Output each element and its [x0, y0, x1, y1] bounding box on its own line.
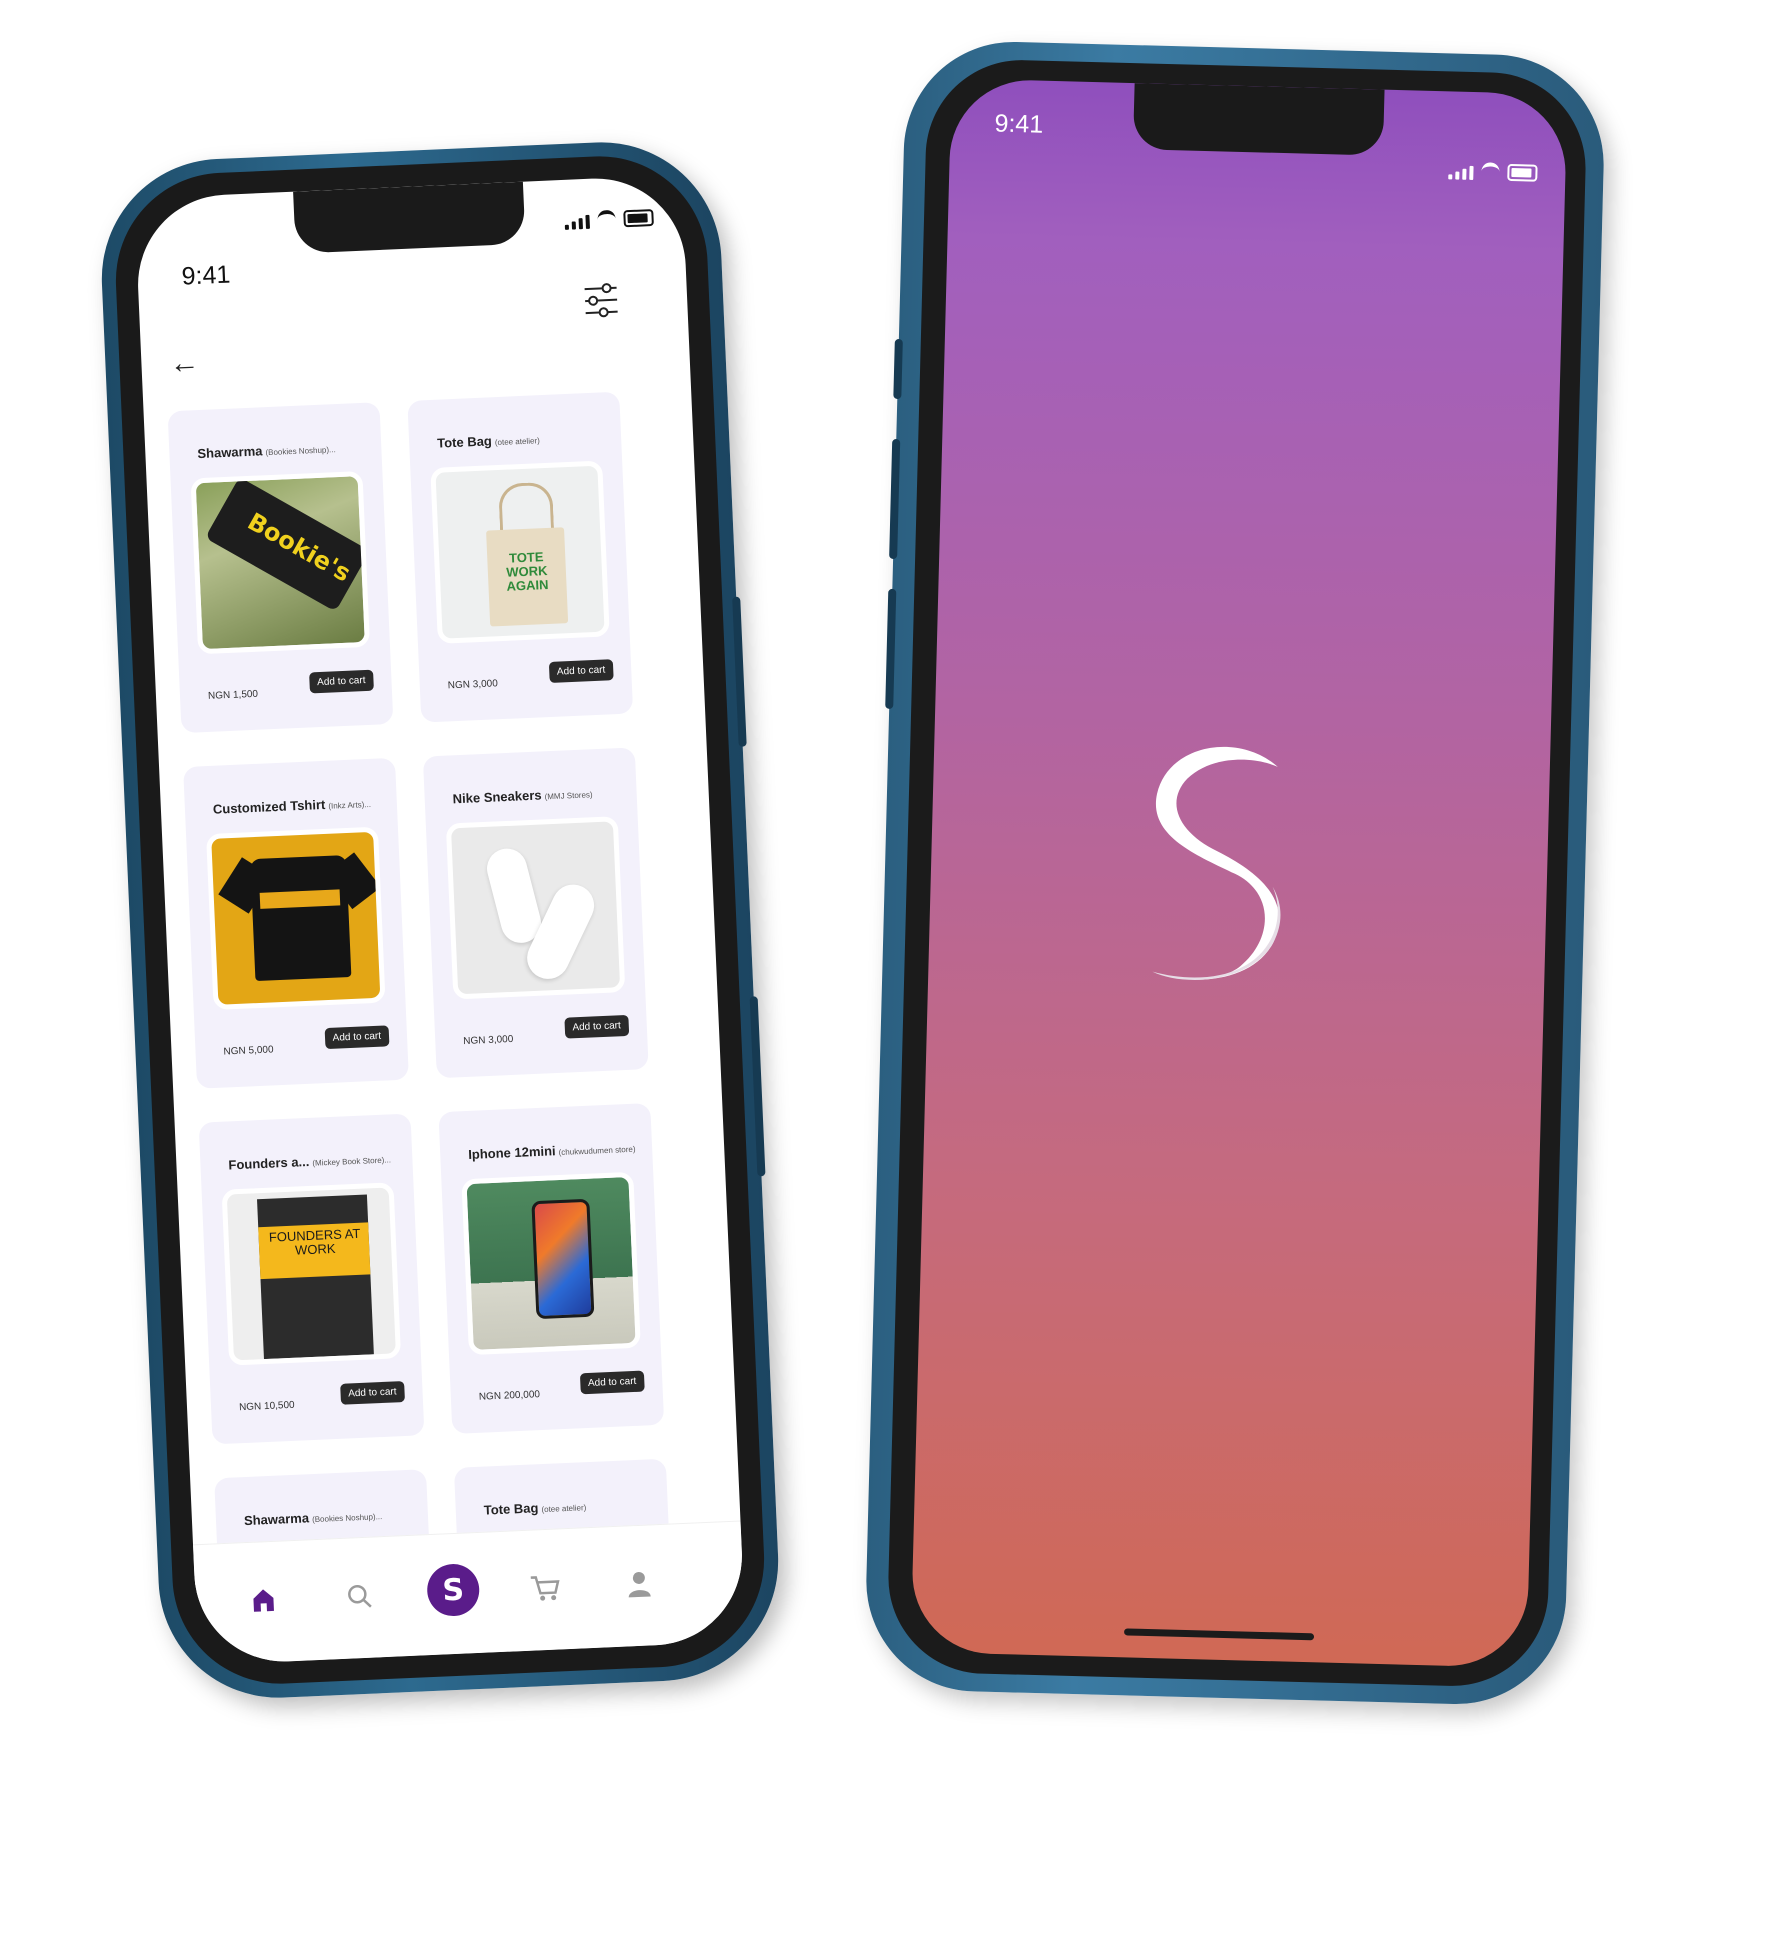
status-icons: [1448, 161, 1538, 182]
pack-label: Bookie's: [242, 507, 356, 588]
notch: [1132, 83, 1385, 156]
vendor-name: (Mickey Book Store)...: [312, 1155, 392, 1168]
book-title: FOUNDERS AT WORK: [268, 1225, 361, 1258]
phone-right: 9:41: [863, 39, 1607, 1707]
product-name: Iphone 12mini: [467, 1143, 556, 1162]
bag-print: TOTE WORK AGAIN: [505, 549, 549, 594]
vendor-name: (otee atelier): [541, 1503, 587, 1515]
add-to-cart-button[interactable]: Add to cart: [308, 669, 374, 694]
home-icon[interactable]: [243, 1579, 285, 1621]
product-grid: Shawarma (Bookies Noshup)... Bookie's NGN…: [167, 391, 695, 1599]
product-name: Shawarma: [243, 1510, 310, 1529]
product-name: Customized Tshirt: [212, 796, 326, 817]
wifi-icon: [597, 209, 616, 229]
profile-icon-svg: [628, 1571, 651, 1598]
product-name: Shawarma: [197, 443, 263, 462]
add-to-cart-button[interactable]: Add to cart: [564, 1014, 630, 1039]
product-image[interactable]: Bookie's: [190, 470, 371, 655]
product-card[interactable]: Tote Bag (otee atelier) TOTE WORK AGAIN N…: [407, 391, 634, 723]
add-to-cart-button[interactable]: Add to cart: [579, 1370, 645, 1395]
product-card[interactable]: Founders a... (Mickey Book Store)... FOUN…: [198, 1113, 425, 1445]
cart-icon[interactable]: [524, 1567, 566, 1609]
product-image[interactable]: FOUNDERS AT WORK: [221, 1182, 402, 1366]
shop-screen: 9:41 ← Shawarma (Bookies Noshup)... Book…: [134, 174, 746, 1666]
cellular-signal-icon: [564, 214, 590, 230]
product-image[interactable]: [206, 826, 386, 1010]
battery-icon: [1507, 163, 1538, 182]
product-title: Customized Tshirt (Inkz Arts)...: [213, 795, 372, 817]
search-icon[interactable]: [339, 1575, 381, 1617]
bottom-nav: S: [192, 1520, 746, 1666]
product-image[interactable]: [445, 816, 626, 1000]
vendor-name: (MMJ Stores): [544, 790, 593, 802]
vendor-name: (chukwudumen store): [558, 1144, 636, 1158]
product-title: Tote Bag (otee atelier): [483, 1498, 586, 1517]
status-time: 9:41: [994, 109, 1044, 139]
product-price: NGN 10,500: [238, 1399, 295, 1414]
home-indicator[interactable]: [1124, 1628, 1315, 1641]
search-icon-svg: [348, 1584, 372, 1608]
product-title: Iphone 12mini (chukwudumen store): [468, 1140, 636, 1162]
product-name: Founders a...: [228, 1153, 310, 1173]
product-price: NGN 3,000: [463, 1033, 514, 1048]
iphone: [531, 1198, 595, 1320]
product-name: Nike Sneakers: [452, 787, 542, 807]
product-title: Nike Sneakers (MMJ Stores): [452, 785, 592, 806]
back-arrow-icon[interactable]: ←: [169, 346, 200, 381]
brand-logo-icon: [1152, 746, 1281, 980]
add-to-cart-button[interactable]: Add to cart: [324, 1025, 390, 1050]
vendor-name: (Bookies Noshup)...: [311, 1512, 383, 1525]
product-price: NGN 1,500: [207, 688, 259, 702]
product-card[interactable]: Iphone 12mini (chukwudumen store) NGN 200…: [438, 1103, 665, 1434]
tshirt: [250, 855, 352, 982]
mockup-stage: 9:41 ← Shawarma (Bookies Noshup)... Book…: [0, 0, 1792, 1955]
vendor-name: (Inkz Arts)...: [328, 799, 372, 811]
battery-icon: [623, 209, 654, 228]
splash-screen: 9:41: [910, 78, 1568, 1668]
cart-icon-svg: [530, 1576, 560, 1601]
status-time: 9:41: [181, 260, 231, 291]
phone-left: 9:41 ← Shawarma (Bookies Noshup)... Book…: [96, 137, 784, 1703]
home-icon-svg: [253, 1589, 274, 1612]
add-to-cart-button[interactable]: Add to cart: [548, 659, 614, 684]
filter-icon[interactable]: [580, 280, 622, 322]
product-title: Founders a... (Mickey Book Store)...: [228, 1150, 392, 1173]
product-name: Tote Bag: [483, 1500, 539, 1518]
snack-pack: Bookie's: [204, 476, 370, 612]
silent-switch: [893, 338, 903, 400]
add-to-cart-button[interactable]: Add to cart: [339, 1381, 405, 1405]
product-card[interactable]: Nike Sneakers (MMJ Stores) NGN 3,000 Add …: [422, 747, 649, 1079]
vendor-name: (otee atelier): [494, 436, 540, 448]
product-name: Tote Bag: [436, 433, 493, 451]
brand-logo-button[interactable]: S: [426, 1562, 481, 1618]
product-price: NGN 200,000: [478, 1389, 541, 1403]
vendor-name: (Bookies Noshup)...: [265, 445, 336, 458]
notch: [293, 181, 526, 254]
product-title: Shawarma (Bookies Noshup)...: [197, 440, 336, 461]
product-price: NGN 5,000: [223, 1044, 274, 1058]
product-title: Tote Bag (otee atelier): [437, 431, 540, 450]
product-price: NGN 3,000: [447, 678, 499, 692]
brand-letter: S: [441, 1572, 465, 1609]
status-icons: [564, 208, 654, 230]
profile-icon[interactable]: [618, 1563, 660, 1605]
cellular-signal-icon: [1448, 165, 1474, 180]
product-card[interactable]: Customized Tshirt (Inkz Arts)... NGN 5,00…: [183, 757, 409, 1089]
product-title: Shawarma (Bookies Noshup)...: [244, 1507, 383, 1528]
product-image[interactable]: TOTE WORK AGAIN: [430, 460, 610, 644]
wifi-icon: [1481, 162, 1500, 181]
product-image[interactable]: [461, 1171, 641, 1356]
product-card[interactable]: Shawarma (Bookies Noshup)... Bookie's NGN…: [167, 402, 394, 734]
